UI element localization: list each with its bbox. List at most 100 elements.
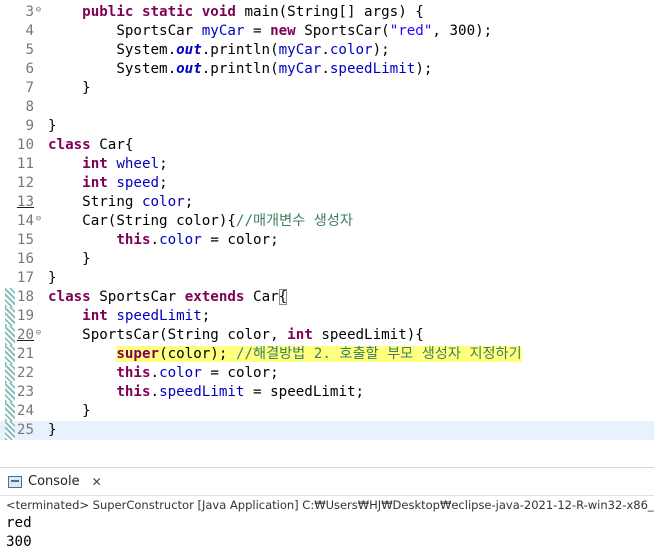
- code-token: .println(: [201, 42, 279, 58]
- code-text: System.out.println(myCar.color);: [48, 41, 389, 60]
- code-token: this: [116, 384, 151, 400]
- code-token: super: [116, 346, 160, 362]
- code-line[interactable]: 10 class Car{: [0, 136, 654, 155]
- code-line[interactable]: 4 SportsCar myCar = new SportsCar("red",…: [0, 22, 654, 41]
- code-text: class Car{: [48, 136, 133, 155]
- fold-toggle-icon[interactable]: ⊖: [34, 6, 43, 15]
- code-text: }: [48, 421, 57, 440]
- code-line[interactable]: 13 String color;: [0, 193, 654, 212]
- code-line[interactable]: 17}: [0, 269, 654, 288]
- line-number: 16: [16, 251, 34, 267]
- close-icon[interactable]: ✕: [92, 475, 102, 489]
- code-text: }: [48, 269, 57, 288]
- code-text: SportsCar(String color, int speedLimit){: [48, 326, 424, 345]
- code-token: out: [176, 42, 202, 58]
- code-line[interactable]: 19 int speedLimit;: [0, 307, 654, 326]
- line-number: 10: [16, 137, 34, 153]
- code-line[interactable]: 21 super(color); //해결방법 2. 호출할 부모 생성자 지정…: [0, 345, 654, 364]
- line-number: 24: [16, 403, 34, 419]
- code-token: SportsCar(String color,: [48, 327, 288, 343]
- line-number: 5: [25, 42, 34, 58]
- code-line[interactable]: 23 this.speedLimit = speedLimit;: [0, 383, 654, 402]
- code-text: System.out.println(myCar.speedLimit);: [48, 60, 432, 79]
- code-token: (color);: [159, 346, 236, 362]
- code-text: int speed;: [48, 174, 168, 193]
- code-token: }: [48, 403, 91, 419]
- code-line[interactable]: 7 }: [0, 79, 654, 98]
- code-line[interactable]: 11 int wheel;: [0, 155, 654, 174]
- line-number: 25: [16, 422, 34, 438]
- code-line[interactable]: 18 class SportsCar extends Car{: [0, 288, 654, 307]
- line-number: 8: [25, 99, 34, 115]
- code-token: SportsCar: [90, 289, 185, 305]
- code-token: main(String[] args) {: [235, 4, 424, 20]
- code-line[interactable]: 3 ⊖ public static void main(String[] args…: [0, 3, 654, 22]
- code-token: public: [82, 4, 134, 20]
- code-text: int wheel;: [48, 155, 167, 174]
- code-token: = speedLimit;: [244, 384, 365, 400]
- code-editor[interactable]: 3 ⊖ public static void main(String[] args…: [0, 0, 654, 444]
- code-token: color: [141, 194, 185, 210]
- code-token: , 300);: [432, 23, 493, 39]
- code-token: .: [321, 61, 330, 77]
- code-token: Car: [244, 289, 279, 305]
- fold-toggle-icon[interactable]: ⊖: [34, 329, 43, 338]
- code-text: String color;: [48, 193, 193, 212]
- code-token: {: [278, 289, 288, 305]
- code-line[interactable]: 8: [0, 98, 654, 117]
- code-line[interactable]: 20 ⊖ SportsCar(String color, int speedLim…: [0, 326, 654, 345]
- console-output-line: red: [6, 515, 32, 531]
- code-token: ;: [184, 194, 194, 210]
- code-line[interactable]: 9}: [0, 117, 654, 136]
- line-number: 18: [16, 289, 34, 305]
- code-token: this: [116, 365, 151, 381]
- code-line[interactable]: 22 this.color = color;: [0, 364, 654, 383]
- code-line[interactable]: 14 ⊖ Car(String color){//매개변수 생성자: [0, 212, 654, 231]
- code-line[interactable]: 24 }: [0, 402, 654, 421]
- code-token: class: [48, 289, 91, 305]
- code-token: );: [415, 61, 433, 77]
- code-token: }: [48, 251, 91, 267]
- line-number: 14: [16, 213, 34, 229]
- code-token: this: [116, 232, 151, 248]
- code-token: int: [82, 175, 108, 191]
- code-line[interactable]: 16 }: [0, 250, 654, 269]
- code-token: }: [48, 270, 57, 286]
- line-number: 21: [16, 346, 34, 362]
- code-line[interactable]: 15 this.color = color;: [0, 231, 654, 250]
- code-line[interactable]: 6 System.out.println(myCar.speedLimit);: [0, 60, 654, 79]
- console-output-line: 300: [6, 534, 32, 550]
- console-tab[interactable]: Console ✕: [0, 468, 110, 495]
- code-token: "red": [389, 23, 433, 39]
- code-token: myCar: [278, 42, 322, 58]
- code-token: ;: [159, 175, 168, 191]
- line-number: 3: [25, 4, 34, 20]
- code-text: this.color = color;: [48, 231, 278, 250]
- code-text: this.color = color;: [48, 364, 278, 383]
- code-line[interactable]: 5 System.out.println(myCar.color);: [0, 41, 654, 60]
- code-token: .: [150, 384, 160, 400]
- code-token: .: [150, 232, 160, 248]
- code-token: speedLimit: [329, 61, 416, 77]
- line-number: 23: [16, 384, 34, 400]
- code-text: public static void main(String[] args) {: [48, 3, 424, 22]
- code-text: this.speedLimit = speedLimit;: [48, 383, 364, 402]
- line-number: 4: [25, 23, 34, 39]
- code-line[interactable]: 12 int speed;: [0, 174, 654, 193]
- code-text: }: [48, 79, 91, 98]
- console-icon: [8, 475, 22, 488]
- fold-toggle-icon[interactable]: ⊖: [34, 215, 43, 224]
- code-token: speedLimit: [116, 308, 202, 324]
- code-token: }: [48, 80, 91, 96]
- console-status-text: <terminated> SuperConstructor [Java Appl…: [6, 498, 654, 512]
- code-token: SportsCar(: [295, 23, 390, 39]
- code-line[interactable]: 25}: [0, 421, 654, 440]
